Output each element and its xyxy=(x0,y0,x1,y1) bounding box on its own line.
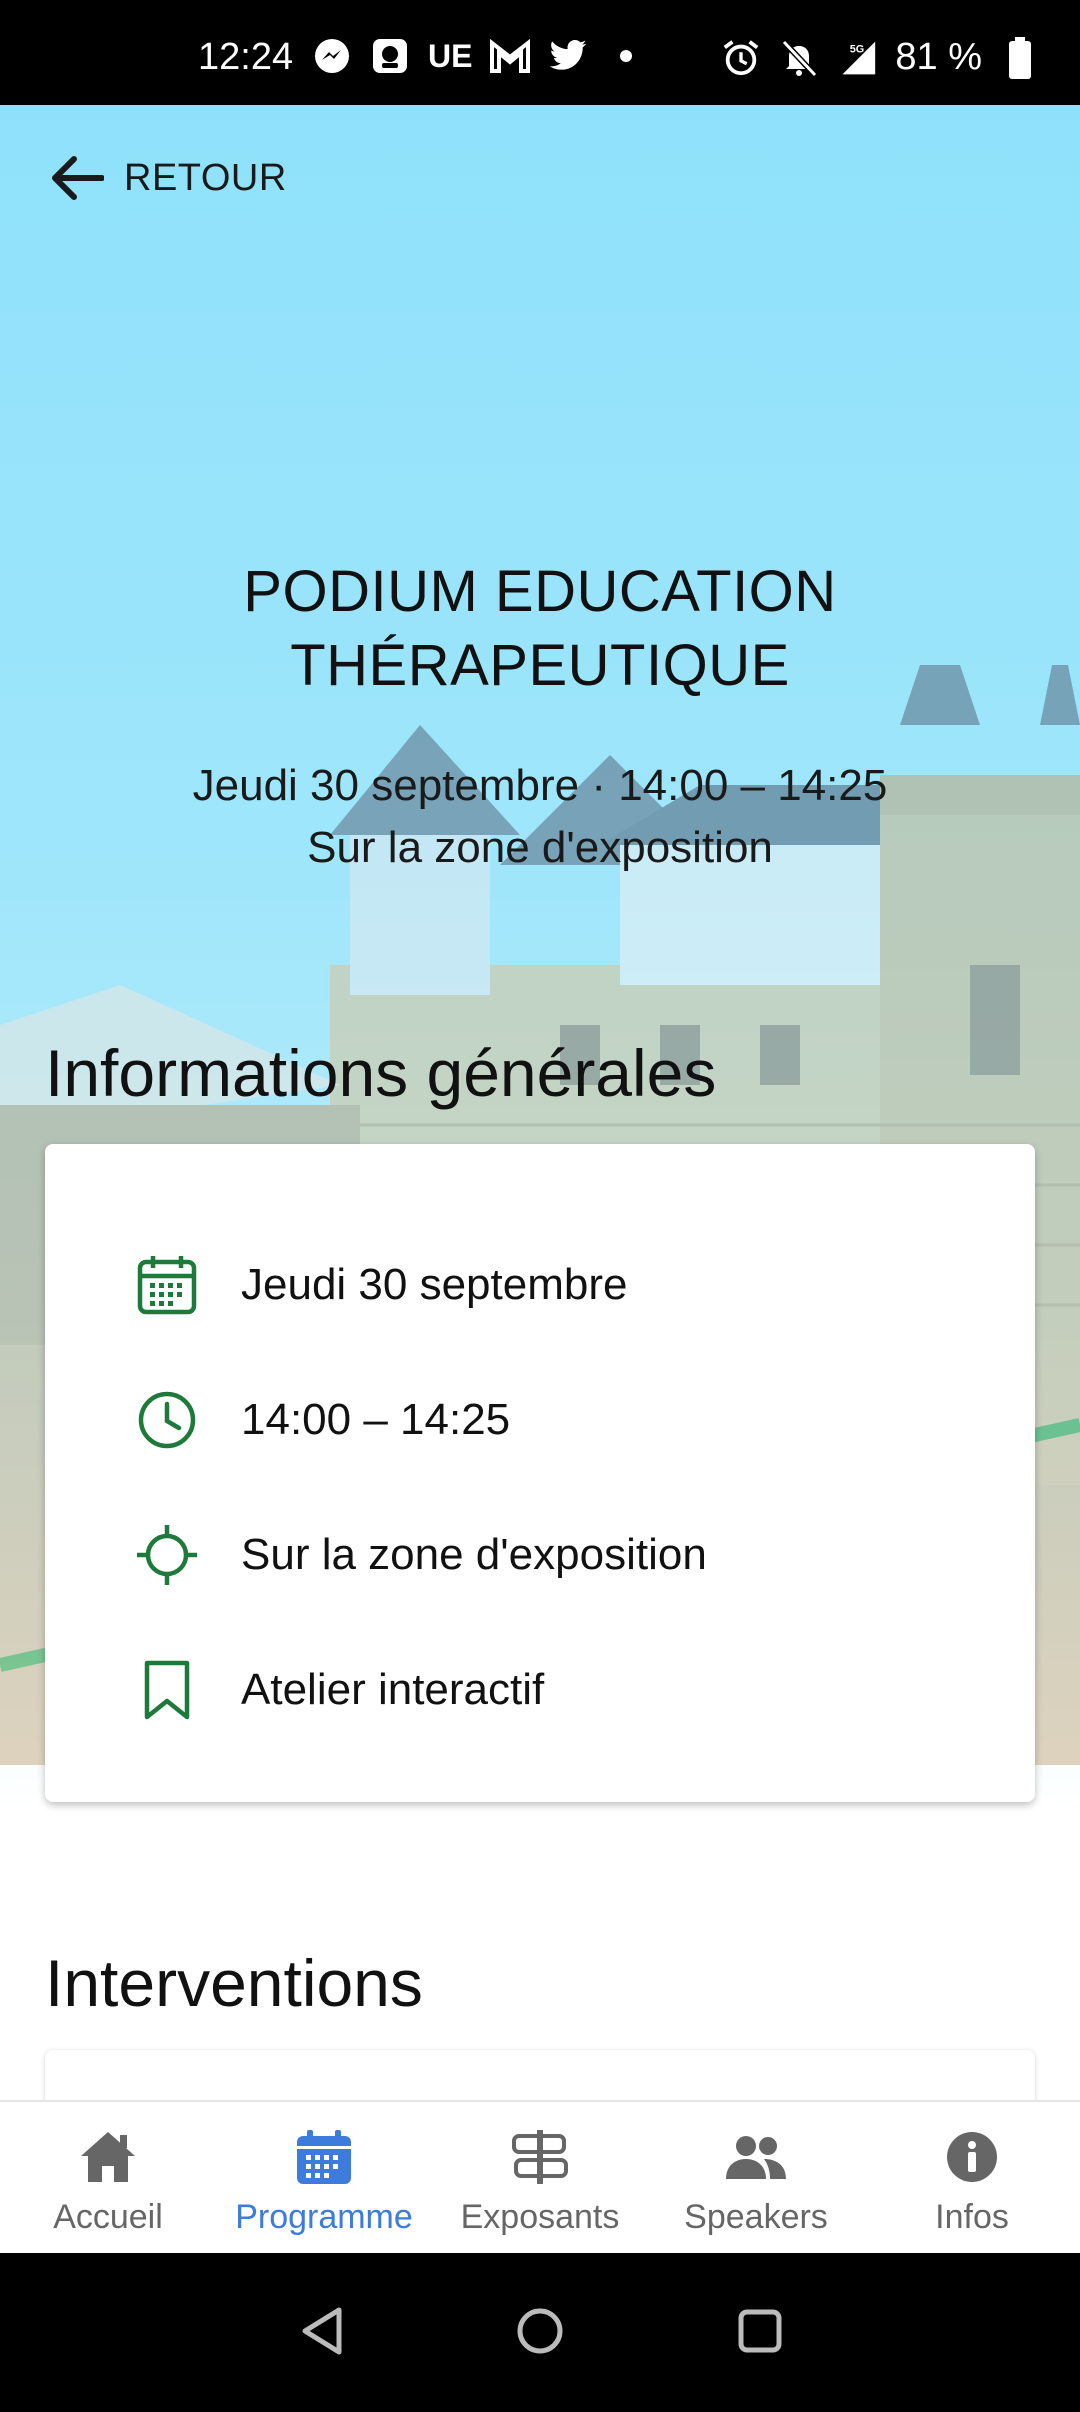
calendar-icon xyxy=(289,2122,359,2192)
nav-speakers[interactable]: Speakers xyxy=(648,2102,864,2253)
system-back-button[interactable] xyxy=(290,2299,354,2363)
info-place: Sur la zone d'exposition xyxy=(241,1530,707,1579)
status-time: 12:24 xyxy=(198,36,294,78)
svg-text:5G: 5G xyxy=(850,43,865,55)
battery-percent: 81 % xyxy=(895,36,982,78)
back-label: RETOUR xyxy=(124,156,287,199)
gmail-icon xyxy=(490,36,531,76)
event-meta: Jeudi 30 septembre · 14:00 – 14:25 Sur l… xyxy=(90,755,990,879)
nav-label: Speakers xyxy=(684,2198,828,2236)
triangle-back-icon xyxy=(302,2307,342,2355)
system-navigation-bar xyxy=(0,2253,1080,2412)
info-row-time: 14:00 – 14:25 xyxy=(45,1365,1035,1475)
system-recents-button[interactable] xyxy=(728,2299,792,2363)
info-time: 14:00 – 14:25 xyxy=(241,1395,511,1444)
event-title: PODIUM EDUCATION THÉRAPEUTIQUE xyxy=(90,555,990,703)
mute-bell-icon xyxy=(779,38,819,78)
nav-accueil[interactable]: Accueil xyxy=(0,2102,216,2253)
square-recents-icon xyxy=(738,2309,782,2353)
info-card: Jeudi 30 septembre 14:00 – 14:25 Sur la … xyxy=(45,1144,1035,1802)
people-icon xyxy=(721,2122,791,2192)
info-date: Jeudi 30 septembre xyxy=(241,1260,628,1309)
info-row-place: Sur la zone d'exposition xyxy=(45,1500,1035,1610)
info-row-date: Jeudi 30 septembre xyxy=(45,1230,1035,1340)
info-icon xyxy=(937,2122,1007,2192)
bottom-navigation: Accueil Programme Exposants Speakers Inf… xyxy=(0,2100,1080,2253)
more-notifications-dot xyxy=(620,50,633,62)
signal-5g-icon: 5G xyxy=(837,38,877,78)
info-type: Atelier interactif xyxy=(241,1665,545,1714)
bookmark-icon xyxy=(135,1658,199,1722)
event-location: Sur la zone d'exposition xyxy=(307,823,773,872)
arrow-left-icon xyxy=(52,156,104,200)
nav-exposants[interactable]: Exposants xyxy=(432,2102,648,2253)
status-bar: 12:24 UE 5G 81 % xyxy=(0,0,1080,105)
clock-icon xyxy=(135,1388,199,1452)
event-datetime: Jeudi 30 septembre · 14:00 – 14:25 xyxy=(192,761,888,810)
back-button[interactable]: RETOUR xyxy=(50,155,287,201)
signpost-icon xyxy=(505,2122,575,2192)
messenger-icon xyxy=(312,36,352,76)
battery-icon xyxy=(1000,36,1040,79)
info-row-type: Atelier interactif xyxy=(45,1635,1035,1745)
nav-infos[interactable]: Infos xyxy=(864,2102,1080,2253)
notification-icons: UE xyxy=(312,36,633,76)
app-screen: RETOUR PODIUM EDUCATION THÉRAPEUTIQUE Je… xyxy=(0,105,1080,2253)
twitter-icon xyxy=(548,36,588,76)
location-target-icon xyxy=(135,1523,199,1587)
ue-icon: UE xyxy=(428,37,473,74)
section-title-interventions: Interventions xyxy=(45,1946,423,2020)
alarm-icon xyxy=(721,38,761,78)
section-title-info: Informations générales xyxy=(45,1036,717,1110)
circle-home-icon xyxy=(517,2308,563,2354)
event-title-line2: THÉRAPEUTIQUE xyxy=(290,633,790,698)
system-home-button[interactable] xyxy=(508,2299,572,2363)
nav-label: Accueil xyxy=(53,2198,163,2236)
nav-label: Programme xyxy=(235,2198,413,2236)
event-title-line1: PODIUM EDUCATION xyxy=(243,559,837,624)
home-icon xyxy=(73,2122,143,2192)
app-notification-icon xyxy=(370,36,410,76)
nav-programme[interactable]: Programme xyxy=(216,2102,432,2253)
system-indicators: 5G 81 % xyxy=(721,36,1040,79)
calendar-icon xyxy=(135,1253,199,1317)
nav-label: Infos xyxy=(935,2198,1009,2236)
nav-label: Exposants xyxy=(460,2198,620,2236)
